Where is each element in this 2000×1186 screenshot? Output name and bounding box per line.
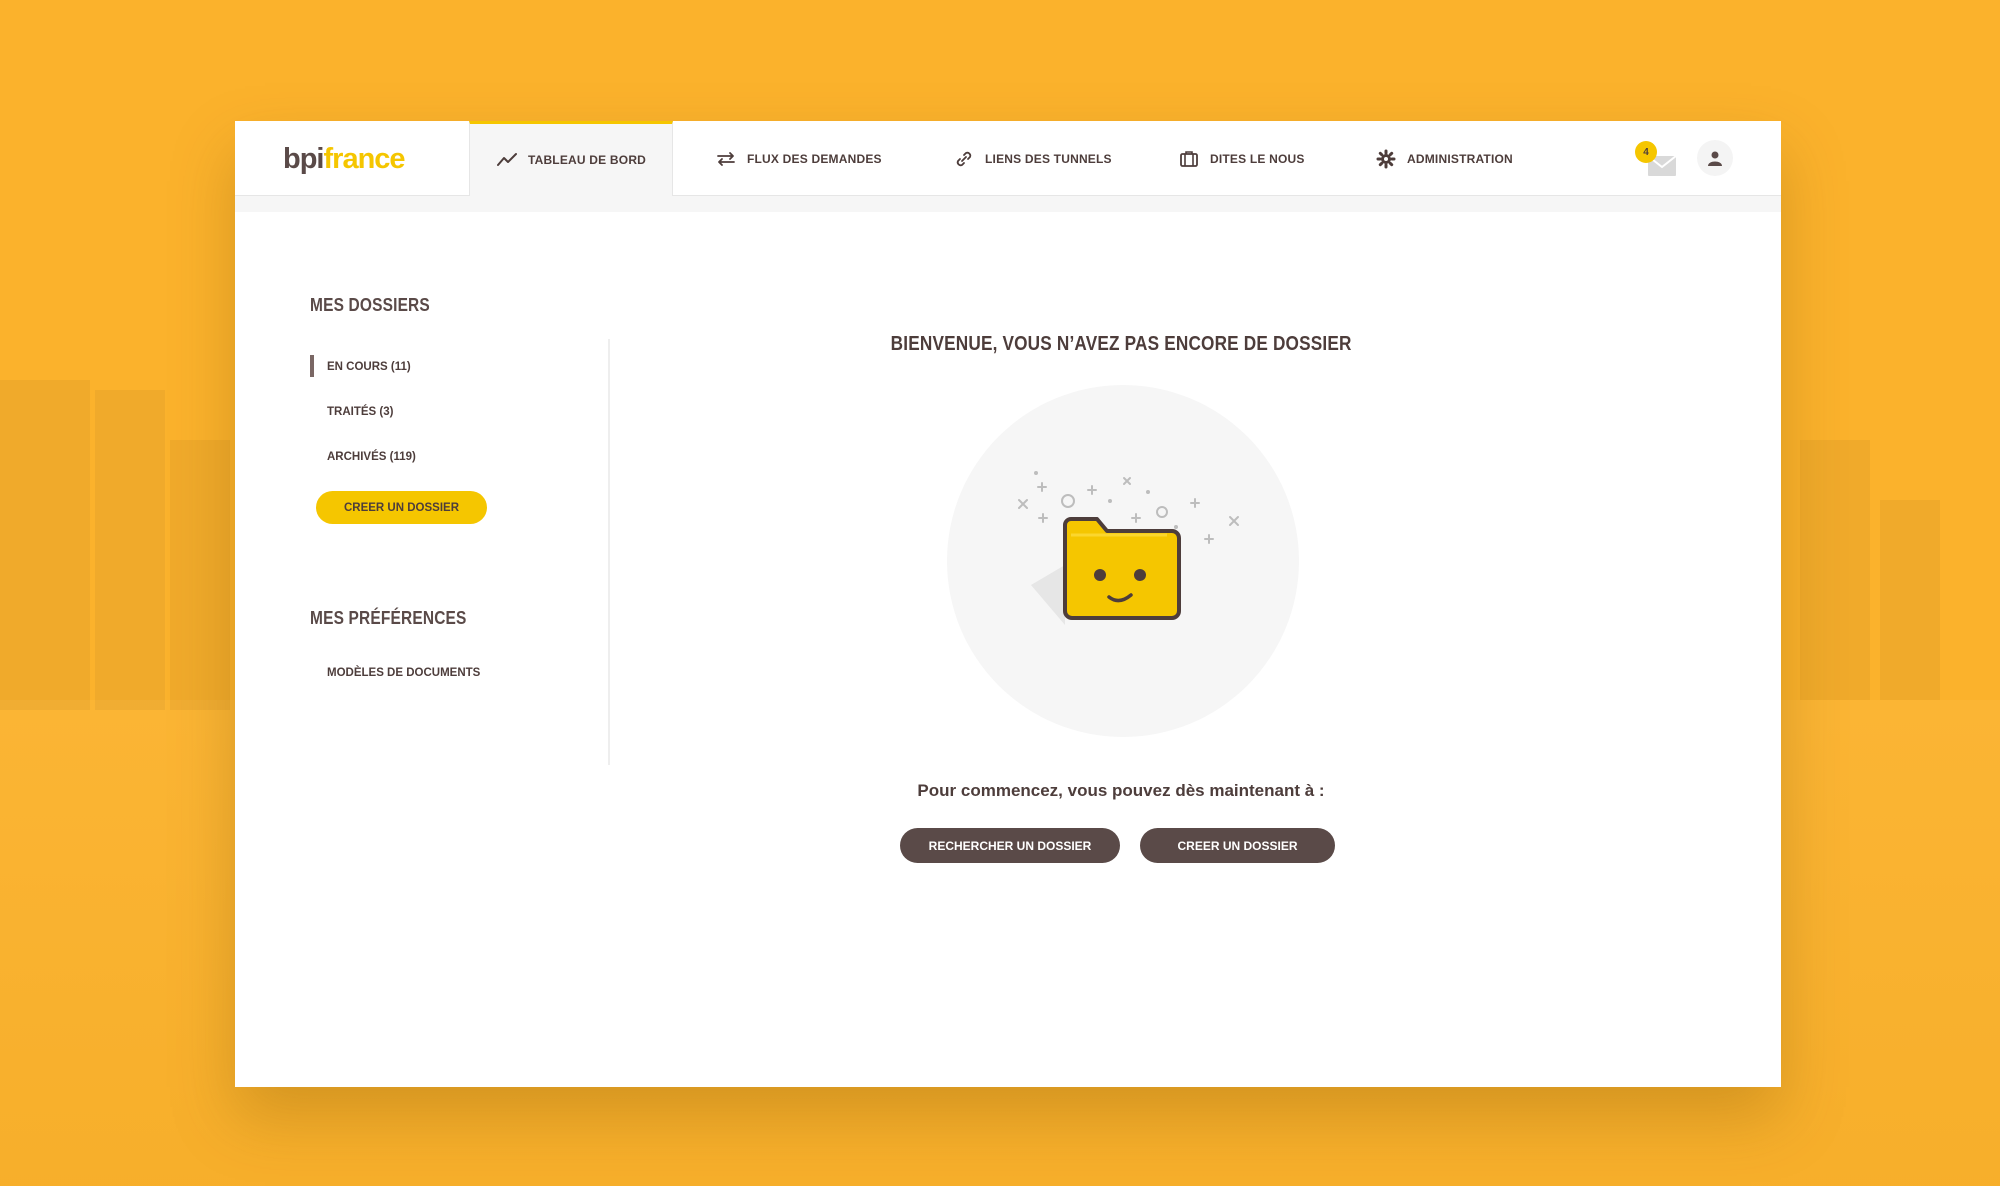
link-icon <box>956 151 972 166</box>
brand-logo[interactable]: bpifrance <box>283 143 406 176</box>
swap-arrows-icon <box>717 151 735 166</box>
active-indicator <box>310 355 314 377</box>
bg-building <box>1800 440 1870 700</box>
nav-label: TABLEAU DE BORD <box>527 153 647 167</box>
nav-liens-des-tunnels[interactable]: LIENS DES TUNNELS <box>953 121 1112 196</box>
sidebar-item-archives[interactable]: ARCHIVÉS (119) <box>327 451 416 463</box>
brand-logo-part1: bpi <box>283 143 324 175</box>
intro-text: Pour commencez, vous pouvez dès maintena… <box>917 781 1325 800</box>
app-window: bpifrance TABLEAU DE BORD FLUX DES DEMAN… <box>235 121 1781 1087</box>
nav-flux-des-demandes[interactable]: FLUX DES DEMANDES <box>715 121 882 196</box>
gear-icon <box>1376 149 1396 168</box>
mes-preferences-title: MES PRÉFÉRENCES <box>310 608 467 628</box>
header-shadow-strip <box>235 196 1781 212</box>
sidebar-item-traites[interactable]: TRAITÉS (3) <box>327 406 393 418</box>
sidebar-item-modeles-documents[interactable]: MODÈLES DE DOCUMENTS <box>327 667 480 679</box>
sidebar-item-en-cours[interactable]: EN COURS (11) <box>327 361 411 373</box>
user-icon <box>1708 151 1722 166</box>
create-dossier-button[interactable]: CREER UN DOSSIER <box>1140 828 1335 863</box>
brand-logo-part2: france <box>323 143 406 175</box>
notification-badge: 4 <box>1635 141 1657 163</box>
nav-label: FLUX DES DEMANDES <box>747 151 882 166</box>
bg-building <box>1880 500 1940 700</box>
nav-label: LIENS DES TUNNELS <box>985 151 1112 166</box>
trend-icon <box>496 153 517 166</box>
nav-dites-le-nous[interactable]: DITES LE NOUS <box>1178 121 1305 196</box>
nav-label: ADMINISTRATION <box>1407 151 1513 166</box>
top-navigation: bpifrance TABLEAU DE BORD FLUX DES DEMAN… <box>235 121 1781 196</box>
empty-folder-illustration <box>947 385 1299 737</box>
notifications-button[interactable]: 4 <box>1635 141 1679 181</box>
search-dossier-button[interactable]: RECHERCHER UN DOSSIER <box>900 828 1120 863</box>
nav-label: DITES LE NOUS <box>1210 151 1305 166</box>
sidebar-divider <box>608 339 610 765</box>
bg-building <box>95 390 165 710</box>
user-avatar-button[interactable] <box>1697 140 1733 176</box>
nav-tableau-de-bord[interactable]: TABLEAU DE BORD <box>469 121 673 196</box>
bg-building <box>170 440 230 710</box>
welcome-heading: BIENVENUE, VOUS N’AVEZ PAS ENCORE DE DOS… <box>890 333 1352 355</box>
nav-administration[interactable]: ADMINISTRATION <box>1375 121 1513 196</box>
bg-building <box>0 380 90 710</box>
sidebar-create-dossier-button[interactable]: CREER UN DOSSIER <box>316 491 487 524</box>
mes-dossiers-title: MES DOSSIERS <box>310 295 430 315</box>
briefcase-icon <box>1180 150 1198 167</box>
